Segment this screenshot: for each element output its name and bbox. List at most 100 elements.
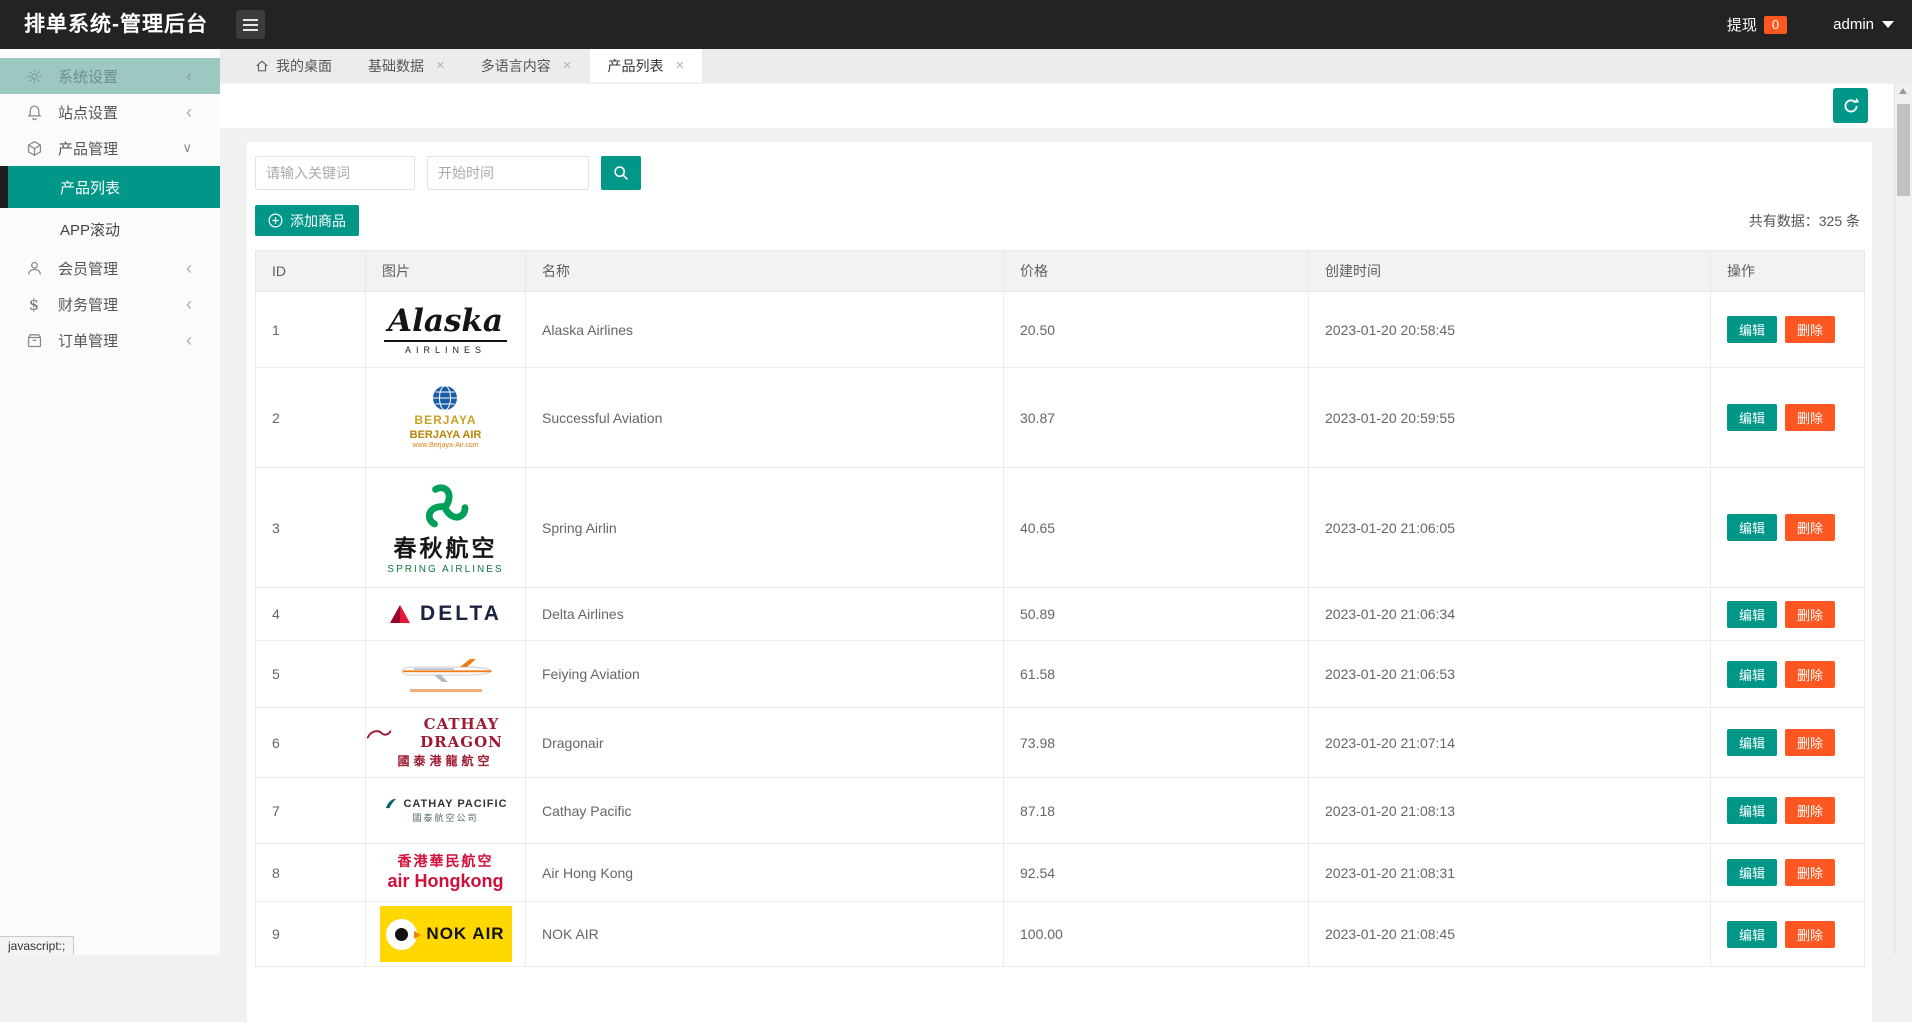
table-row: 8 香港華民航空 air Hongkong Air Hong Kong 92.5… <box>256 844 1865 902</box>
cube-icon <box>24 140 44 157</box>
edit-button[interactable]: 编辑 <box>1727 797 1777 824</box>
keyword-input[interactable] <box>255 156 415 190</box>
airplane-icon <box>394 657 498 685</box>
scrollbar-thumb[interactable] <box>1897 104 1910 196</box>
start-time-input[interactable] <box>427 156 589 190</box>
product-id: 2 <box>256 368 366 468</box>
table-row: 9 NOK AIR NOK AIR 100.00 2023-01-20 21:0… <box>256 902 1865 967</box>
table-row: 3 春秋航空 SPRING AIRLINES Spring Airlin 40.… <box>256 468 1865 588</box>
close-icon[interactable]: × <box>563 58 572 73</box>
products-table: ID 图片 名称 价格 创建时间 操作 1 Alaska AIRLINES Al… <box>255 250 1865 967</box>
product-name: Dragonair <box>526 708 1004 778</box>
tab-home[interactable]: 我的桌面 <box>237 49 350 82</box>
chevron-left-icon: ‹ <box>186 102 206 123</box>
close-icon[interactable]: × <box>676 58 685 73</box>
vertical-scrollbar[interactable] <box>1894 82 1912 955</box>
caret-down-icon <box>1882 21 1894 28</box>
feiying-airplane-photo <box>394 657 498 692</box>
dollar-icon: $ <box>24 295 44 314</box>
product-price: 30.87 <box>1004 368 1309 468</box>
delete-button[interactable]: 删除 <box>1785 514 1835 541</box>
table-row: 4 DELTA Delta Airlines 50.89 2023-01-20 … <box>256 588 1865 641</box>
product-price: 87.18 <box>1004 778 1309 844</box>
sidebar-item-product-management[interactable]: 产品管理 ∨ <box>0 130 220 166</box>
withdraw-link[interactable]: 提现 <box>1727 14 1757 35</box>
header-id: ID <box>256 251 366 292</box>
product-id: 3 <box>256 468 366 588</box>
browser-status-text: javascript:; <box>0 936 74 955</box>
table-row: 1 Alaska AIRLINES Alaska Airlines 20.50 … <box>256 292 1865 368</box>
product-name: Spring Airlin <box>526 468 1004 588</box>
spring-swirl-icon <box>418 480 472 534</box>
user-menu[interactable]: admin <box>1833 16 1894 33</box>
edit-button[interactable]: 编辑 <box>1727 404 1777 431</box>
refresh-button[interactable] <box>1833 88 1868 123</box>
edit-button[interactable]: 编辑 <box>1727 729 1777 756</box>
header-name: 名称 <box>526 251 1004 292</box>
sidebar-item-member-management[interactable]: 会员管理 ‹ <box>0 250 220 286</box>
product-created-time: 2023-01-20 21:06:53 <box>1309 641 1711 708</box>
bell-icon <box>24 104 44 121</box>
sidebar: 系统设置 ‹ 站点设置 ‹ 产品管理 ∨ 产品列表 APP滚动 会员管理 ‹ $… <box>0 49 220 955</box>
product-created-time: 2023-01-20 21:08:13 <box>1309 778 1711 844</box>
photo-caption-line <box>410 689 482 692</box>
product-created-time: 2023-01-20 20:59:55 <box>1309 368 1711 468</box>
sidebar-item-product-list[interactable]: 产品列表 <box>0 166 220 208</box>
username: admin <box>1833 16 1874 33</box>
scroll-up-arrow-icon[interactable] <box>1899 88 1907 94</box>
product-name: Cathay Pacific <box>526 778 1004 844</box>
delete-button[interactable]: 删除 <box>1785 601 1835 628</box>
edit-button[interactable]: 编辑 <box>1727 921 1777 948</box>
add-product-button[interactable]: 添加商品 <box>255 205 359 236</box>
delete-button[interactable]: 删除 <box>1785 316 1835 343</box>
header-price: 价格 <box>1004 251 1309 292</box>
edit-button[interactable]: 编辑 <box>1727 859 1777 886</box>
product-created-time: 2023-01-20 21:06:05 <box>1309 468 1711 588</box>
chevron-left-icon: ‹ <box>186 294 206 315</box>
sidebar-item-finance-management[interactable]: $ 财务管理 ‹ <box>0 286 220 322</box>
sidebar-item-site-settings[interactable]: 站点设置 ‹ <box>0 94 220 130</box>
delete-button[interactable]: 删除 <box>1785 404 1835 431</box>
delete-button[interactable]: 删除 <box>1785 859 1835 886</box>
product-id: 7 <box>256 778 366 844</box>
edit-button[interactable]: 编辑 <box>1727 316 1777 343</box>
tab-multilanguage[interactable]: 多语言内容 × <box>463 49 590 82</box>
tab-basic-data[interactable]: 基础数据 × <box>350 49 463 82</box>
edit-button[interactable]: 编辑 <box>1727 601 1777 628</box>
app-title: 排单系统-管理后台 <box>24 0 208 49</box>
product-name: Successful Aviation <box>526 368 1004 468</box>
delete-button[interactable]: 删除 <box>1785 921 1835 948</box>
sidebar-item-system-settings[interactable]: 系统设置 ‹ <box>0 58 220 94</box>
table-header-row: ID 图片 名称 价格 创建时间 操作 <box>256 251 1865 292</box>
product-id: 9 <box>256 902 366 967</box>
total-count-label: 共有数据：325 条 <box>1749 211 1860 231</box>
sidebar-toggle-button[interactable] <box>236 10 265 39</box>
chevron-left-icon: ‹ <box>186 258 206 279</box>
sidebar-item-app-scroll[interactable]: APP滚动 <box>0 208 220 250</box>
header-image: 图片 <box>366 251 526 292</box>
toolbar-strip <box>220 84 1895 128</box>
air-hongkong-logo: 香港華民航空 air Hongkong <box>388 853 504 892</box>
search-button[interactable] <box>601 156 641 190</box>
product-price: 50.89 <box>1004 588 1309 641</box>
delete-button[interactable]: 删除 <box>1785 729 1835 756</box>
product-created-time: 2023-01-20 21:07:14 <box>1309 708 1711 778</box>
edit-button[interactable]: 编辑 <box>1727 661 1777 688</box>
header-created-time: 创建时间 <box>1309 251 1711 292</box>
delta-triangle-icon <box>389 604 411 624</box>
product-price: 100.00 <box>1004 902 1309 967</box>
close-icon[interactable]: × <box>436 58 445 73</box>
cathay-pacific-logo: CATHAY PACIFIC 國泰航空公司 <box>383 797 507 823</box>
product-price: 92.54 <box>1004 844 1309 902</box>
sidebar-item-order-management[interactable]: 订单管理 ‹ <box>0 322 220 358</box>
tab-product-list[interactable]: 产品列表 × <box>590 49 703 82</box>
product-name: Alaska Airlines <box>526 292 1004 368</box>
product-id: 1 <box>256 292 366 368</box>
top-bar: 排单系统-管理后台 提现 0 admin <box>0 0 1912 49</box>
delete-button[interactable]: 删除 <box>1785 797 1835 824</box>
product-name: NOK AIR <box>526 902 1004 967</box>
edit-button[interactable]: 编辑 <box>1727 514 1777 541</box>
delete-button[interactable]: 删除 <box>1785 661 1835 688</box>
product-price: 73.98 <box>1004 708 1309 778</box>
home-icon <box>255 59 269 73</box>
